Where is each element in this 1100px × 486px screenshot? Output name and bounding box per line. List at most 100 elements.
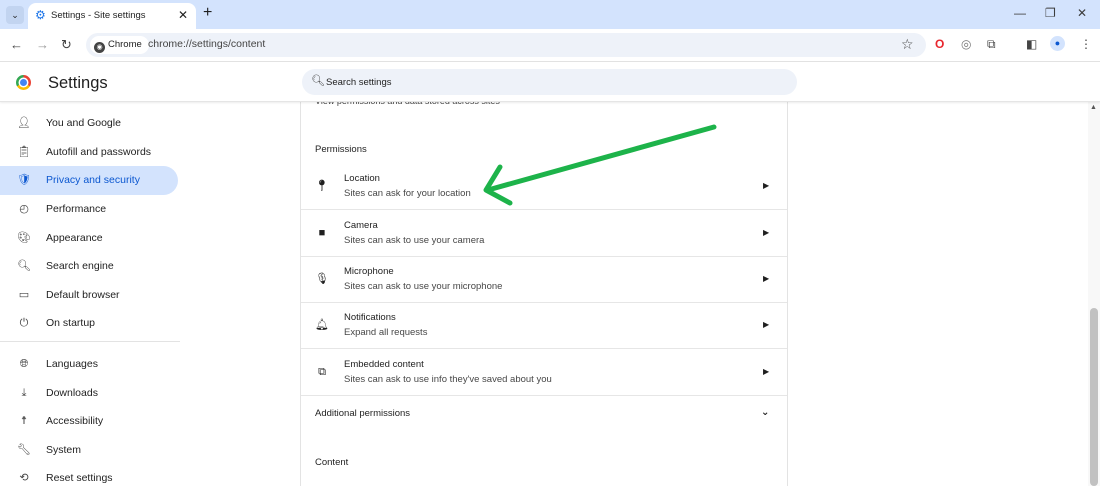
sidebar-item-autofill[interactable]: 📋︎ Autofill and passwords <box>0 138 178 167</box>
sidebar-item-performance[interactable]: ◴ Performance <box>0 195 178 224</box>
close-window-button[interactable]: ✕ <box>1077 6 1087 20</box>
page-title: Settings <box>48 74 108 92</box>
profile-avatar-icon[interactable]: ● <box>1050 36 1065 51</box>
scroll-up-arrow-icon[interactable]: ▲ <box>1090 104 1097 111</box>
permissions-heading: Permissions <box>315 144 367 155</box>
tab-close-button[interactable]: ✕ <box>178 8 188 22</box>
globe-icon: 🌐︎ <box>19 358 29 370</box>
opera-extension-icon[interactable]: O <box>935 36 944 52</box>
search-settings-box[interactable]: 🔍︎ <box>302 69 797 95</box>
palette-icon: 🎨︎ <box>17 232 31 244</box>
permission-title: Notifications <box>344 312 396 323</box>
sidebar-item-label: Search engine <box>46 260 114 272</box>
sidebar-item-label: Appearance <box>46 232 103 244</box>
chrome-icon: ◉ <box>94 42 105 53</box>
forward-button[interactable]: → <box>36 37 49 52</box>
wrench-icon: 🔧︎ <box>17 444 31 456</box>
camera-icon: ■ <box>318 227 326 239</box>
person-icon: 👤︎ <box>17 117 31 129</box>
download-icon: ⤓ <box>21 387 27 399</box>
sidebar-item-label: Autofill and passwords <box>46 146 152 158</box>
additional-permissions-row[interactable]: Additional permissions ⌄ <box>301 396 787 432</box>
permission-row-camera[interactable]: ■ Camera Sites can ask to use your camer… <box>301 211 787 257</box>
gear-icon: ⚙ <box>35 8 46 22</box>
sidebar-item-system[interactable]: 🔧︎ System <box>0 436 178 465</box>
side-panel-icon[interactable]: ◧ <box>1026 36 1037 52</box>
sidebar-item-label: Performance <box>46 203 107 215</box>
permission-subtitle: Expand all requests <box>344 327 428 338</box>
sidebar-item-accessibility[interactable]: ☨ Accessibility <box>0 407 178 436</box>
speedometer-icon: ◴ <box>19 203 29 215</box>
sidebar-item-label: Downloads <box>46 387 98 399</box>
sidebar-item-appearance[interactable]: 🎨︎ Appearance <box>0 224 178 253</box>
scrollbar-thumb[interactable] <box>1090 308 1098 486</box>
sidebar-item-you-and-google[interactable]: 👤︎ You and Google <box>0 109 178 138</box>
chevron-down-icon: ⌄ <box>761 407 770 418</box>
sidebar-item-label: Privacy and security <box>46 174 140 186</box>
chevron-right-icon: ▶ <box>763 181 770 190</box>
site-info-chip[interactable]: ◉ Chrome <box>90 36 149 54</box>
annotation-arrow-shaft <box>485 124 717 193</box>
shield-icon: 🛡︎ <box>17 174 31 186</box>
url-text[interactable]: chrome://settings/content <box>148 38 265 50</box>
power-icon: ⏻ <box>19 317 29 329</box>
sidebar-item-label: Accessibility <box>46 415 104 427</box>
browser-toolbar: ← → ↻ ◉ Chrome chrome://settings/content … <box>0 29 1100 62</box>
permission-subtitle: Sites can ask for your location <box>344 188 471 199</box>
sidebar-item-languages[interactable]: 🌐︎ Languages <box>0 350 178 379</box>
more-menu-icon[interactable]: ⋮ <box>1080 36 1092 52</box>
permission-subtitle: Sites can ask to use info they've saved … <box>344 374 552 385</box>
bell-icon: 🔔︎ <box>315 319 329 331</box>
browser-icon: ▭ <box>18 289 30 301</box>
sidebar-item-label: Reset settings <box>46 472 113 484</box>
reset-icon: ⟲ <box>19 472 29 484</box>
chevron-right-icon: ▶ <box>763 228 770 237</box>
permission-row-embedded-content[interactable]: ⧉ Embedded content Sites can ask to use … <box>301 350 787 396</box>
embedded-content-icon: ⧉ <box>318 366 326 378</box>
address-bar[interactable]: ◉ Chrome chrome://settings/content ☆ <box>86 33 926 57</box>
sidebar-item-default-browser[interactable]: ▭ Default browser <box>0 281 178 310</box>
chevron-right-icon: ▶ <box>763 274 770 283</box>
reload-button[interactable]: ↻ <box>61 37 72 52</box>
new-tab-button[interactable]: + <box>203 4 212 22</box>
sidebar-item-label: Default browser <box>46 289 120 301</box>
permission-title: Embedded content <box>344 359 424 370</box>
location-pin-icon: 📍︎ <box>315 180 329 192</box>
bookmark-star-icon[interactable]: ☆ <box>901 36 914 53</box>
sidebar-item-on-startup[interactable]: ⏻ On startup <box>0 309 178 338</box>
search-settings-input[interactable] <box>326 73 786 91</box>
sidebar-item-privacy[interactable]: 🛡︎ Privacy and security <box>0 166 178 195</box>
sidebar-item-search-engine[interactable]: 🔍︎ Search engine <box>0 252 178 281</box>
permission-title: Location <box>344 173 380 184</box>
tab-strip: ⌄ ⚙ Settings - Site settings ✕ + — ❐ ✕ <box>0 0 1100 29</box>
permission-subtitle: Sites can ask to use your microphone <box>344 281 503 292</box>
microphone-icon: 🎙︎ <box>315 273 329 285</box>
permission-row-notifications[interactable]: 🔔︎ Notifications Expand all requests ▶ <box>301 303 787 349</box>
sidebar-item-reset-settings[interactable]: ⟲ Reset settings <box>0 464 178 486</box>
search-icon: 🔍︎ <box>311 75 325 87</box>
search-icon: 🔍︎ <box>17 260 31 272</box>
page-scrollbar[interactable]: ▲ <box>1088 102 1100 486</box>
chip-label: Chrome <box>108 39 142 50</box>
tab-search-button[interactable]: ⌄ <box>6 6 24 24</box>
restore-button[interactable]: ❐ <box>1045 6 1056 20</box>
permission-title: Microphone <box>344 266 394 277</box>
tab-site-settings[interactable]: ⚙ Settings - Site settings ✕ <box>28 3 196 29</box>
chevron-right-icon: ▶ <box>763 367 770 376</box>
sidebar-item-downloads[interactable]: ⤓ Downloads <box>0 379 178 408</box>
minimize-button[interactable]: — <box>1014 6 1026 20</box>
puzzle-extensions-icon[interactable]: ⧉ <box>987 36 996 52</box>
content-heading: Content <box>315 457 349 468</box>
permission-row-microphone[interactable]: 🎙︎ Microphone Sites can ask to use your … <box>301 257 787 303</box>
sidebar-item-label: On startup <box>46 317 96 329</box>
tab-title: Settings - Site settings <box>51 10 146 21</box>
permission-title: Camera <box>344 220 378 231</box>
settings-sidebar: 👤︎ You and Google 📋︎ Autofill and passwo… <box>0 102 190 486</box>
accessibility-icon: ☨ <box>21 415 27 427</box>
extension-icon[interactable]: ◎ <box>961 36 971 52</box>
sidebar-divider <box>0 341 180 342</box>
chrome-logo-icon <box>16 75 31 90</box>
sidebar-item-label: Languages <box>46 358 98 370</box>
back-button[interactable]: ← <box>10 37 23 52</box>
sidebar-item-label: System <box>46 444 82 456</box>
